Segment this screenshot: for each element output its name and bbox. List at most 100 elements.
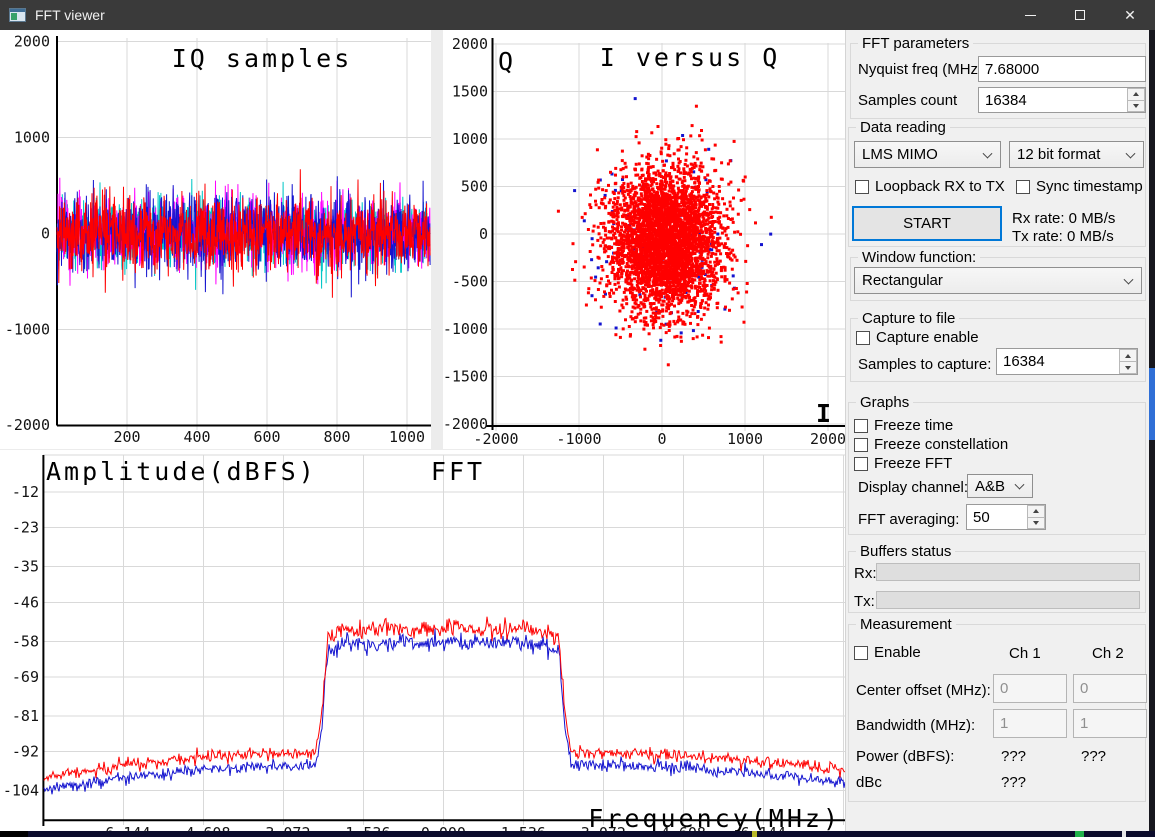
tx-rate-text: Tx rate: 0 MB/s <box>1012 228 1114 245</box>
svg-text:-92: -92 <box>12 743 39 761</box>
loopback-checkbox[interactable] <box>855 180 869 194</box>
svg-text:I: I <box>816 399 834 428</box>
center-offset-label: Center offset (MHz): <box>856 682 991 699</box>
fft-averaging-label: FFT averaging: <box>858 511 959 528</box>
display-channel-label: Display channel: <box>858 479 968 496</box>
freeze-constellation-checkbox[interactable] <box>854 438 868 452</box>
freeze-fft-checkbox[interactable] <box>854 457 868 471</box>
svg-text:-46: -46 <box>12 593 39 611</box>
fft-averaging-spinbox <box>966 504 1046 530</box>
svg-text:-6.144: -6.144 <box>96 824 150 831</box>
capture-enable-checkbox[interactable] <box>856 331 870 345</box>
svg-text:1000: 1000 <box>727 430 763 448</box>
svg-text:Q: Q <box>498 47 516 76</box>
freeze-time-checkbox[interactable] <box>854 419 868 433</box>
desktop-fragment <box>752 831 757 837</box>
display-channel-combo[interactable]: A&B <box>967 474 1033 498</box>
freeze-fft-checkbox-row: Freeze FFT <box>854 455 952 472</box>
svg-text:2000: 2000 <box>14 33 50 51</box>
group-title: Window function: <box>858 249 980 266</box>
svg-text:IQ samples: IQ samples <box>172 44 353 73</box>
svg-text:-1000: -1000 <box>5 320 50 338</box>
spin-up-icon[interactable] <box>1119 349 1137 362</box>
bandwidth-ch2-input[interactable] <box>1073 709 1147 738</box>
maximize-icon <box>1075 10 1085 20</box>
ch1-header: Ch 1 <box>1009 645 1041 662</box>
device-combo[interactable]: LMS MIMO <box>854 141 1001 168</box>
start-button[interactable]: START <box>852 206 1002 241</box>
svg-text:-1000: -1000 <box>443 320 488 338</box>
desktop-edge-bottom <box>0 831 1155 837</box>
bandwidth-ch1-input[interactable] <box>993 709 1067 738</box>
nyquist-freq-input[interactable] <box>978 56 1146 82</box>
svg-text:-35: -35 <box>12 558 39 576</box>
dbc-ch1-value: ??? <box>1001 774 1026 791</box>
svg-text:-1.536: -1.536 <box>336 824 390 831</box>
svg-text:-1500: -1500 <box>443 368 488 386</box>
app-window-icon <box>9 8 26 22</box>
capture-enable-checkbox-row: Capture enable <box>856 329 979 346</box>
spin-down-icon[interactable] <box>1119 362 1137 374</box>
dbc-label: dBc <box>856 774 882 791</box>
iq-plot-canvas[interactable]: 200010000-1000-20002004006008001000IQ sa… <box>0 30 431 449</box>
bit-format-combo-value: 12 bit format <box>1017 146 1100 163</box>
svg-text:1000: 1000 <box>389 428 425 446</box>
samples-count-input[interactable] <box>978 87 1146 113</box>
fft-canvas[interactable]: -12-23-35-46-58-69-81-92-104-6.144-4.608… <box>0 450 845 831</box>
svg-text:Amplitude(dBFS): Amplitude(dBFS) <box>46 457 317 486</box>
sync-timestamp-checkbox[interactable] <box>1016 180 1030 194</box>
svg-text:-12: -12 <box>12 483 39 501</box>
spin-up-icon[interactable] <box>1027 505 1045 518</box>
svg-text:1500: 1500 <box>452 82 488 100</box>
freeze-fft-checkbox-label: Freeze FFT <box>874 455 952 472</box>
desktop-fragment <box>1149 368 1155 440</box>
freeze-constellation-checkbox-row: Freeze constellation <box>854 436 1008 453</box>
measurement-enable-checkbox[interactable] <box>854 646 868 660</box>
close-button[interactable]: ✕ <box>1105 0 1155 30</box>
svg-text:-500: -500 <box>452 273 488 291</box>
constellation-canvas[interactable]: 2000150010005000-500-1000-1500-2000-2000… <box>443 30 845 449</box>
samples-to-capture-input[interactable] <box>996 348 1138 375</box>
svg-text:2000: 2000 <box>452 35 488 53</box>
sync-timestamp-checkbox-label: Sync timestamp <box>1036 178 1143 195</box>
close-icon: ✕ <box>1124 8 1136 22</box>
desktop-fragment <box>1075 831 1084 837</box>
fft-plot: -12-23-35-46-58-69-81-92-104-6.144-4.608… <box>0 450 845 831</box>
spin-up-icon[interactable] <box>1127 88 1145 101</box>
ch2-header: Ch 2 <box>1092 645 1124 662</box>
bandwidth-label: Bandwidth (MHz): <box>856 717 975 734</box>
svg-text:1000: 1000 <box>452 130 488 148</box>
center-offset-ch1-input[interactable] <box>993 674 1067 703</box>
spin-down-icon[interactable] <box>1027 518 1045 530</box>
svg-text:400: 400 <box>183 428 210 446</box>
bit-format-combo[interactable]: 12 bit format <box>1009 141 1144 168</box>
freeze-time-checkbox-row: Freeze time <box>854 417 953 434</box>
tx-buffer-label: Tx: <box>854 593 875 610</box>
chevron-down-icon <box>1015 480 1025 490</box>
svg-text:FFT: FFT <box>431 457 485 486</box>
group-title: Measurement <box>856 616 956 633</box>
svg-text:800: 800 <box>323 428 350 446</box>
samples-count-spinbox <box>978 87 1146 113</box>
center-offset-ch2-input[interactable] <box>1073 674 1147 703</box>
freeze-time-checkbox-label: Freeze time <box>874 417 953 434</box>
tx-buffer-progressbar <box>876 591 1140 609</box>
minimize-button[interactable] <box>1005 0 1055 30</box>
svg-text:-1000: -1000 <box>556 430 601 448</box>
svg-text:-69: -69 <box>12 668 39 686</box>
chevron-down-icon <box>1126 148 1136 158</box>
loopback-checkbox-label: Loopback RX to TX <box>875 178 1005 195</box>
rx-rate-text: Rx rate: 0 MB/s <box>1012 210 1115 227</box>
group-title: FFT parameters <box>858 35 973 52</box>
svg-text:0.000: 0.000 <box>421 824 466 831</box>
window-function-combo[interactable]: Rectangular <box>854 267 1142 294</box>
svg-text:0: 0 <box>479 225 488 243</box>
svg-text:0: 0 <box>41 224 50 242</box>
spin-down-icon[interactable] <box>1127 101 1145 113</box>
group-title: Buffers status <box>856 543 955 560</box>
window-function-combo-value: Rectangular <box>862 272 943 289</box>
maximize-button[interactable] <box>1055 0 1105 30</box>
group-title: Graphs <box>856 394 913 411</box>
chevron-down-icon <box>983 148 993 158</box>
power-ch2-value: ??? <box>1081 748 1106 765</box>
